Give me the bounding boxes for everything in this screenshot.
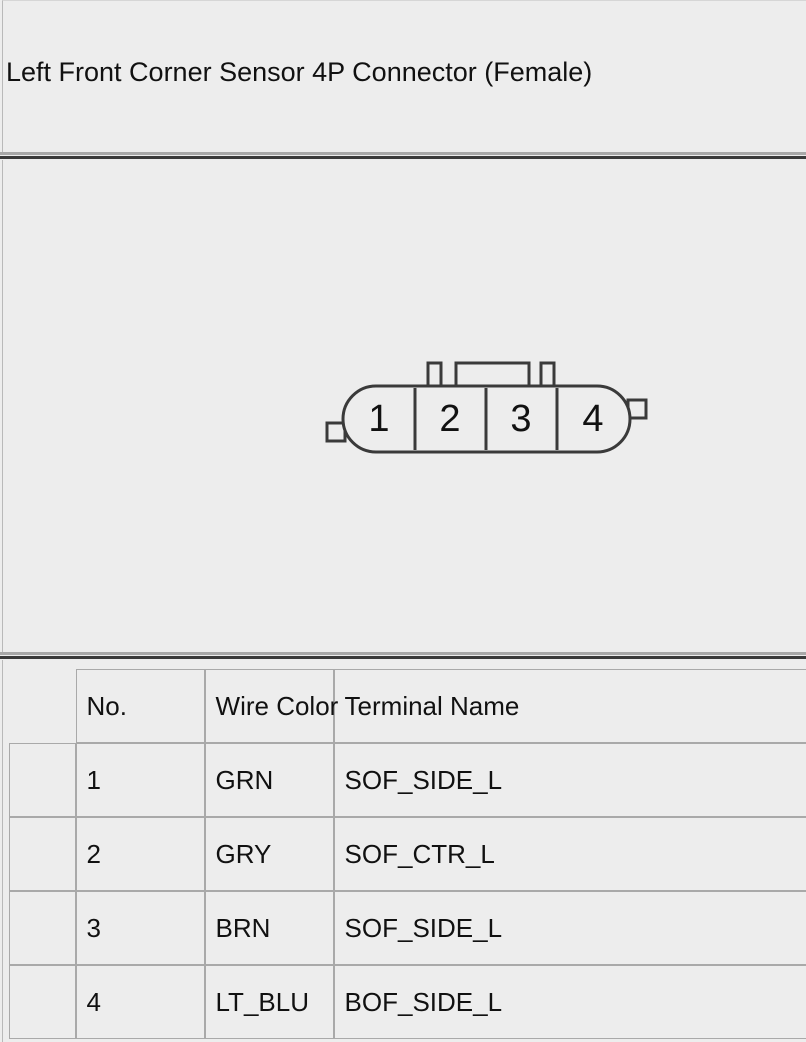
table-row: 1 GRN SOF_SIDE_L xyxy=(9,743,806,817)
section-divider-bottom xyxy=(0,652,806,659)
row-marker-cell xyxy=(9,891,76,965)
pin-number-4: 4 xyxy=(582,398,603,440)
cell-no: 4 xyxy=(75,965,205,1039)
cell-term: SOF_CTR_L xyxy=(333,817,806,891)
divider-dark-rule xyxy=(0,656,806,659)
connector-diagram: 1 2 3 4 xyxy=(325,361,648,454)
pinout-table-panel: No. Wire Color Terminal Name 1 GRN SOF_S… xyxy=(2,660,806,1042)
connector-diagram-panel: 1 2 3 4 xyxy=(2,160,806,652)
table-row: 4 LT_BLU BOF_SIDE_L xyxy=(9,965,806,1039)
cell-wire: GRN xyxy=(204,743,334,817)
table-header-row: No. Wire Color Terminal Name xyxy=(9,669,806,743)
pin-number-1: 1 xyxy=(368,398,389,440)
header-cell-wire: Wire Color xyxy=(204,669,338,743)
cell-no: 1 xyxy=(75,743,205,817)
cell-no: 3 xyxy=(75,891,205,965)
row-marker-cell xyxy=(9,817,76,891)
row-marker-cell xyxy=(9,965,76,1039)
cell-wire: GRY xyxy=(204,817,334,891)
cell-wire: BRN xyxy=(204,891,334,965)
table-row: 3 BRN SOF_SIDE_L xyxy=(9,891,806,965)
cell-term: BOF_SIDE_L xyxy=(333,965,806,1039)
divider-dark-rule xyxy=(0,156,806,159)
cell-term: SOF_SIDE_L xyxy=(333,891,806,965)
page-title: Left Front Corner Sensor 4P Connector (F… xyxy=(6,57,593,87)
cell-wire: LT_BLU xyxy=(204,965,334,1039)
row-marker-cell xyxy=(9,743,76,817)
header-cell-no: No. xyxy=(75,669,205,743)
table-row: 2 GRY SOF_CTR_L xyxy=(9,817,806,891)
cell-no: 2 xyxy=(75,817,205,891)
cell-term: SOF_SIDE_L xyxy=(333,743,806,817)
pin-number-3: 3 xyxy=(510,398,531,440)
header-spacer-cell xyxy=(9,669,76,743)
pin-number-2: 2 xyxy=(439,398,460,440)
pinout-table: No. Wire Color Terminal Name 1 GRN SOF_S… xyxy=(9,669,806,1039)
connector-info-page: Left Front Corner Sensor 4P Connector (F… xyxy=(0,0,806,1042)
header-cell-term: Terminal Name xyxy=(333,669,806,743)
connector-title-panel: Left Front Corner Sensor 4P Connector (F… xyxy=(2,0,806,152)
section-divider-top xyxy=(0,152,806,159)
